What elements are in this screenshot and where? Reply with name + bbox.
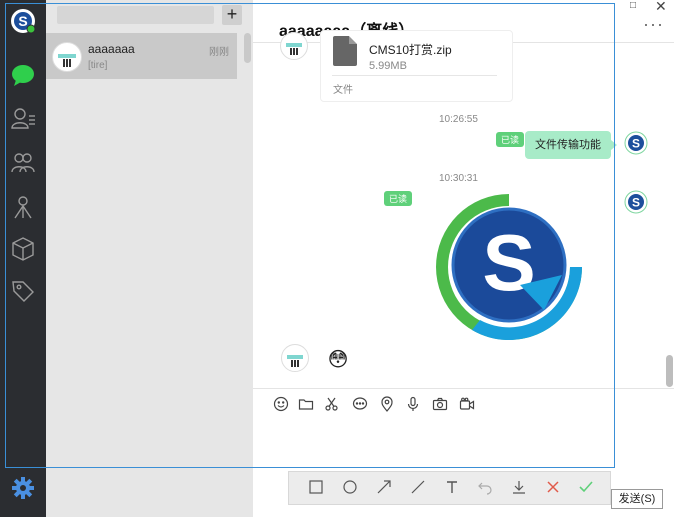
undo-tool-icon[interactable] [477, 479, 493, 495]
maximize-button[interactable]: □ [630, 0, 636, 11]
read-badge: 已读 [384, 191, 413, 206]
location-icon[interactable] [378, 395, 396, 413]
file-size: 5.99MB [369, 60, 407, 72]
svg-text:S: S [632, 137, 640, 151]
file-type: 文件 [333, 85, 353, 96]
box-icon[interactable] [8, 234, 38, 264]
app-logo-icon[interactable]: S [8, 6, 38, 36]
line-tool-icon[interactable] [410, 479, 426, 495]
icon-rail: S [0, 0, 46, 517]
text-message[interactable]: 文件传输功能 [525, 131, 617, 159]
file-icon [333, 36, 357, 66]
read-badge: 已读 [496, 132, 525, 147]
folder-icon[interactable] [297, 395, 315, 413]
timestamp: 10:30:31 [439, 173, 478, 184]
scissors-icon[interactable] [323, 395, 341, 413]
download-tool-icon[interactable] [511, 479, 527, 495]
image-message[interactable]: S [432, 190, 586, 341]
svg-text:S: S [18, 13, 27, 29]
contact-avatar [281, 344, 309, 372]
chat-icon[interactable] [8, 60, 38, 90]
arrow-tool-icon[interactable] [376, 479, 392, 495]
microphone-icon[interactable] [404, 395, 422, 413]
conversation-item[interactable]: aaaaaaa 刚刚 [tire] [46, 33, 237, 79]
svg-text:S: S [482, 218, 535, 307]
add-button[interactable]: + [222, 5, 242, 25]
search-input[interactable] [57, 6, 214, 24]
file-divider [332, 75, 497, 76]
contact-avatar [280, 32, 308, 60]
conversation-name: aaaaaaa [88, 42, 135, 56]
chat-scrollbar[interactable] [666, 355, 673, 387]
input-divider [253, 388, 674, 389]
emoji-icon[interactable] [272, 395, 290, 413]
svg-text:S: S [632, 196, 640, 210]
contacts-icon[interactable] [8, 104, 38, 134]
more-options-button[interactable]: ··· [643, 14, 664, 35]
tag-icon[interactable] [8, 276, 38, 306]
timestamp: 10:26:55 [439, 114, 478, 125]
gear-icon[interactable] [8, 473, 38, 503]
conversation-preview: [tire] [88, 60, 108, 71]
emoji-message[interactable]: 😳 [320, 342, 356, 378]
list-scrollbar[interactable] [244, 33, 251, 63]
conversation-time: 刚刚 [209, 47, 229, 58]
camera-icon[interactable] [431, 395, 449, 413]
user-avatar: S [624, 190, 648, 214]
contact-avatar [52, 42, 82, 72]
close-button[interactable]: ✕ [655, 0, 667, 15]
cancel-tool-icon[interactable] [545, 479, 561, 495]
confirm-tool-icon[interactable] [578, 479, 594, 495]
group-icon[interactable] [8, 148, 38, 178]
ellipse-tool-icon[interactable] [342, 479, 358, 495]
file-name: CMS10打赏.zip [369, 43, 452, 57]
organization-icon[interactable] [8, 192, 38, 222]
video-icon[interactable] [458, 395, 476, 413]
comment-icon[interactable] [351, 395, 369, 413]
user-avatar: S [624, 131, 648, 155]
text-tool-icon[interactable] [444, 479, 460, 495]
rectangle-tool-icon[interactable] [308, 479, 324, 495]
send-button[interactable]: 发送(S) [611, 489, 663, 509]
